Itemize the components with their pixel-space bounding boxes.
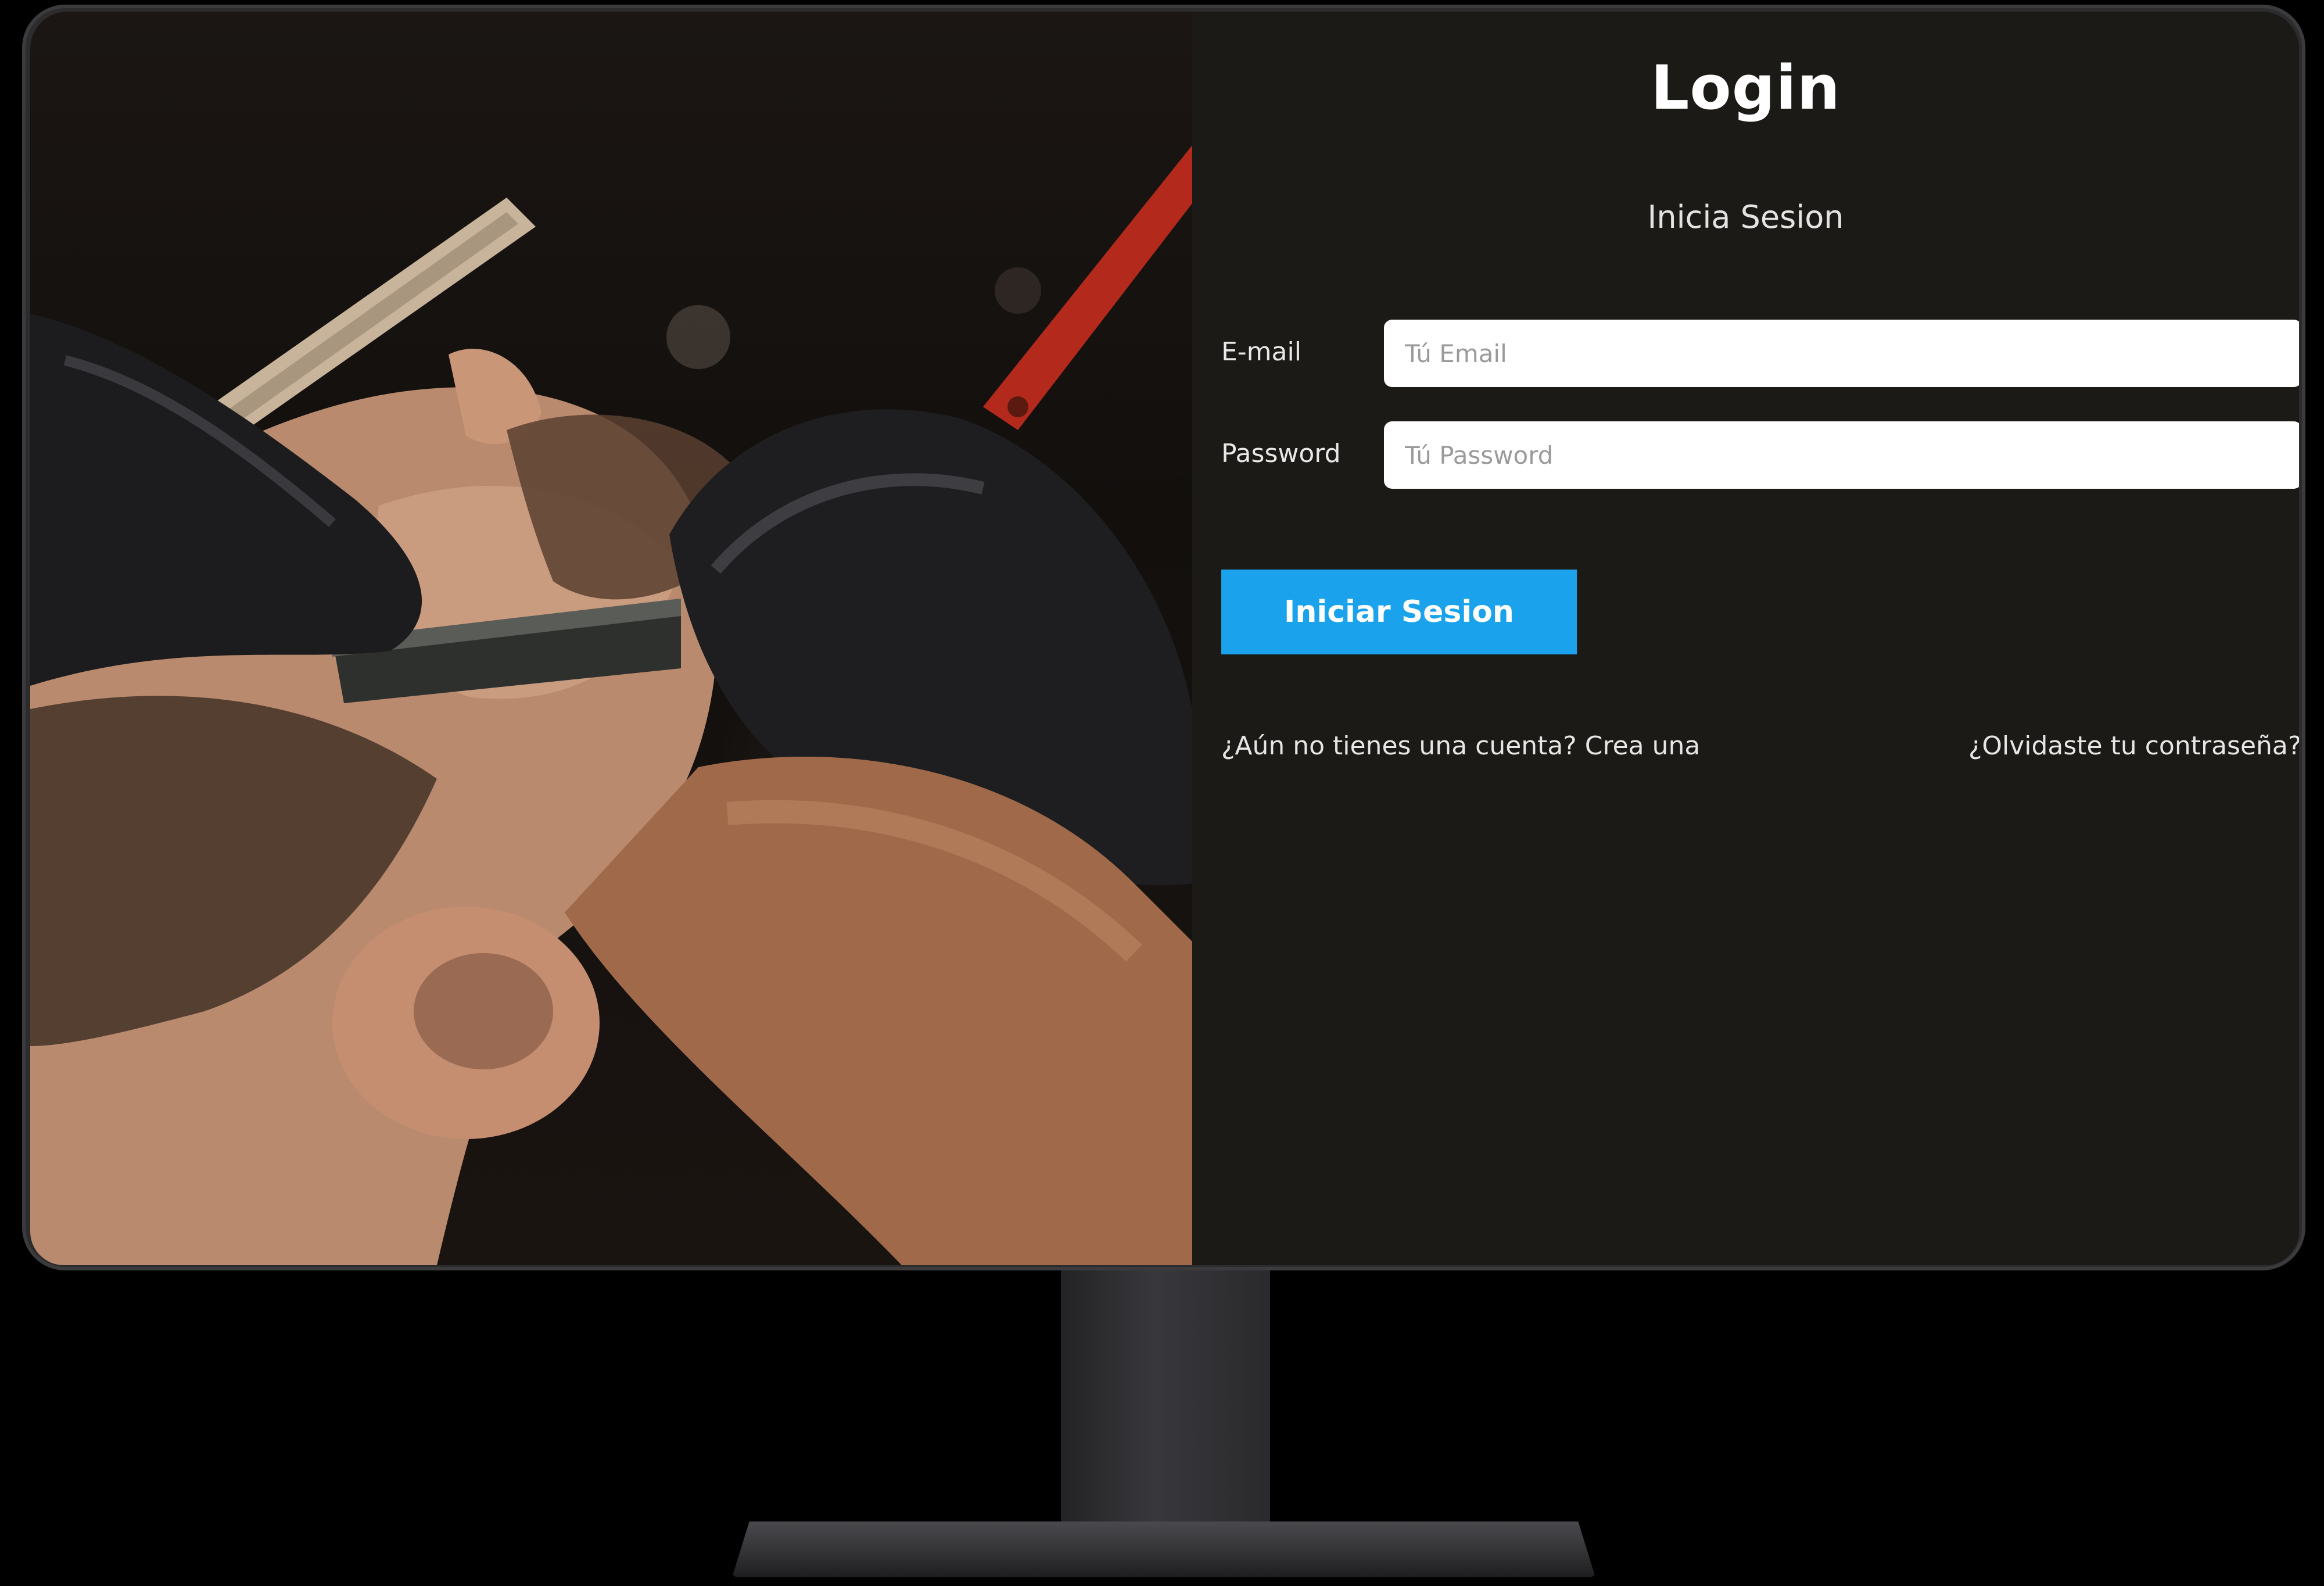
monitor-stand-neck xyxy=(1061,1270,1270,1548)
screen: Login Inicia Sesion E-mail Password Inic… xyxy=(30,12,2299,1265)
password-field[interactable] xyxy=(1384,421,2299,489)
password-label: Password xyxy=(1221,439,1341,468)
login-panel: Login Inicia Sesion E-mail Password Inic… xyxy=(1192,12,2299,1265)
email-field[interactable] xyxy=(1384,320,2299,387)
monitor-stand-base xyxy=(732,1521,1595,1577)
signup-link[interactable]: ¿Aún no tienes una cuenta? Crea una xyxy=(1221,731,1700,761)
email-label: E-mail xyxy=(1221,337,1301,367)
barber-photo xyxy=(30,12,1192,1265)
barber-shaving-illustration xyxy=(30,145,1192,1265)
login-subtitle: Inicia Sesion xyxy=(1647,199,1844,235)
forgot-password-link[interactable]: ¿Olvidaste tu contraseña? xyxy=(1968,731,2299,761)
page-title: Login xyxy=(1651,52,1841,123)
login-submit-button[interactable]: Iniciar Sesion xyxy=(1221,570,1577,654)
